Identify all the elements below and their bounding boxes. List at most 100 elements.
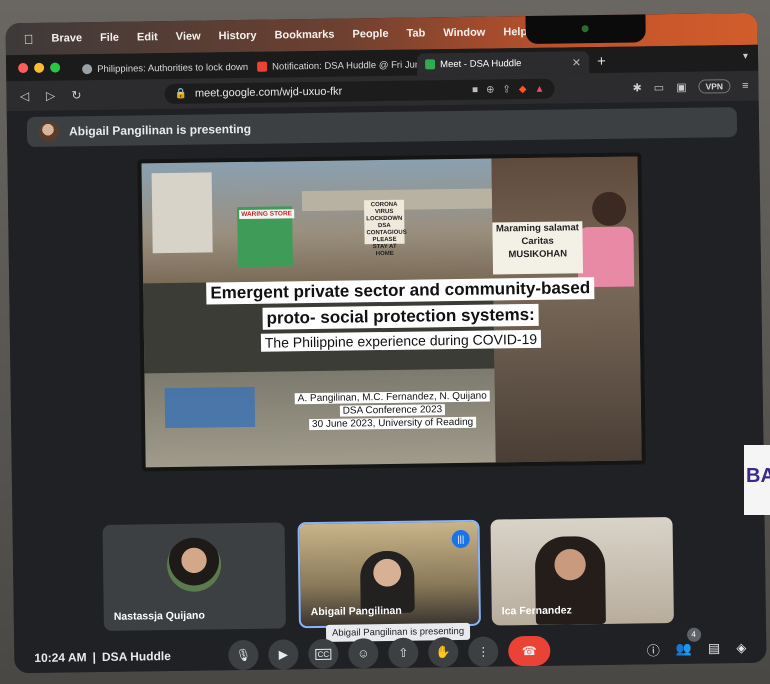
zoom-window-button[interactable] — [50, 62, 61, 73]
camera-indicator — [581, 25, 589, 33]
slide-date-place: 30 June 2023, University of Reading — [308, 416, 477, 431]
lockdown-sign: CORONA VIRUS LOCKDOWN DSA CONTAGIOUS PLE… — [364, 199, 407, 257]
background-poster: BA — [744, 445, 770, 515]
extensions-icon[interactable]: ✱ — [632, 81, 641, 94]
hand-icon: ✋ — [435, 645, 451, 660]
captions-button[interactable]: CC — [308, 638, 339, 670]
brave-rewards-icon[interactable]: ▲ — [534, 83, 544, 94]
chat-icon[interactable]: ▤ — [708, 640, 721, 656]
meeting-separator: | — [92, 650, 97, 665]
reload-icon[interactable]: ↻ — [68, 88, 84, 102]
presenting-text: Abigail Pangilinan is presenting — [68, 121, 252, 139]
participant-tile-active[interactable]: ||| Abigail Pangilinan — [297, 519, 481, 629]
menu-icon[interactable]: ≡ — [742, 80, 749, 92]
microphone-icon: 🎙 — [235, 647, 252, 663]
window-controls — [18, 62, 61, 74]
menu-history[interactable]: History — [219, 30, 257, 43]
menu-help[interactable]: Help — [503, 26, 527, 38]
menu-tab[interactable]: Tab — [406, 27, 425, 39]
emoji-icon: ☺ — [357, 646, 370, 661]
slide-title-line1: Emergent private sector and community-ba… — [206, 277, 595, 305]
back-icon[interactable]: ◁ — [16, 89, 32, 103]
tab-philippines[interactable]: Philippines: Authorities to lock down — [74, 56, 249, 80]
wallet-icon[interactable]: ▣ — [676, 80, 687, 93]
tab-label: Notification: DSA Huddle @ Fri Jun — [272, 58, 418, 73]
call-controls: 🎙 ▶ CC ☺ ⇧ ✋ ⋮ ☎ — [228, 635, 551, 671]
url-text: meet.google.com/wjd-uxuo-fkr — [194, 85, 343, 100]
building-photo — [151, 172, 213, 254]
zoom-icon[interactable]: ⊕ — [486, 84, 495, 95]
forward-icon[interactable]: ▷ — [42, 89, 58, 103]
participant-name: Ica Fernandez — [501, 604, 572, 618]
people-icon[interactable]: 👥 — [676, 641, 692, 657]
camera-notch — [525, 14, 646, 45]
camera-icon[interactable]: ■ — [472, 84, 478, 95]
gmail-icon — [257, 61, 268, 72]
avatar — [38, 121, 60, 142]
apple-icon[interactable]:  — [24, 31, 34, 46]
tab-label: Meet - DSA Huddle — [440, 57, 522, 70]
menu-edit[interactable]: Edit — [137, 31, 158, 43]
meet-area: Abigail Pangilinan is presenting WARING … — [6, 100, 767, 674]
info-icon[interactable]: ⓘ — [647, 640, 660, 659]
menu-window[interactable]: Window — [443, 27, 485, 40]
meeting-info: 10:24 AM | DSA Huddle — [34, 648, 214, 665]
lock-icon: 🔒 — [174, 88, 188, 100]
slide-authors: A. Pangilinan, M.C. Fernandez, N. Quijan… — [294, 390, 490, 405]
presentation-frame: WARING STORE CORONA VIRUS LOCKDOWN DSA C… — [137, 152, 646, 472]
participant-name: Nastassja Quijano — [113, 609, 205, 623]
meet-icon — [425, 59, 436, 70]
captions-icon: CC — [315, 648, 332, 660]
sidebar-icon[interactable]: ▭ — [654, 81, 665, 94]
slide-authors-block: A. Pangilinan, M.C. Fernandez, N. Quijan… — [294, 390, 490, 431]
presenting-banner: Abigail Pangilinan is presenting — [26, 107, 738, 147]
tab-label: Philippines: Authorities to lock down — [97, 61, 249, 75]
slide-conference: DSA Conference 2023 — [339, 404, 446, 417]
hang-up-icon: ☎ — [521, 643, 537, 659]
participant-tile[interactable]: Nastassja Quijano — [102, 522, 286, 631]
participant-tile[interactable]: Ica Fernandez — [490, 517, 674, 626]
meeting-name: DSA Huddle — [101, 649, 171, 664]
reactions-button[interactable]: ☺ — [348, 638, 379, 669]
menu-view[interactable]: View — [176, 31, 201, 43]
menu-file[interactable]: File — [100, 32, 119, 44]
store-sign: WARING STORE — [239, 209, 295, 220]
participant-name: Abigail Pangilinan — [310, 604, 402, 619]
present-button[interactable]: ⇧ — [388, 637, 419, 668]
share-icon[interactable]: ⇪ — [502, 84, 511, 95]
menu-people[interactable]: People — [352, 28, 388, 41]
new-tab-button[interactable]: + — [597, 53, 606, 70]
more-options-button[interactable]: ⋮ — [468, 636, 499, 667]
menu-brave[interactable]: Brave — [51, 32, 82, 44]
thank-you-sign: Maraming salamat Caritas MUSIKOHAN — [492, 221, 584, 275]
close-window-button[interactable] — [18, 62, 29, 74]
laptop-screen:  Brave File Edit View History Bookmarks… — [5, 12, 767, 674]
people-count-badge: 4 — [686, 627, 701, 642]
poster-text: BA — [746, 465, 770, 487]
menu-bookmarks[interactable]: Bookmarks — [274, 29, 334, 42]
present-screen-icon: ⇧ — [398, 645, 409, 660]
globe-icon — [82, 64, 93, 75]
address-bar[interactable]: 🔒 meet.google.com/wjd-uxuo-fkr ■ ⊕ ⇪ ◆ ▲ — [164, 78, 555, 105]
meeting-time: 10:24 AM — [34, 650, 87, 665]
more-vertical-icon: ⋮ — [477, 644, 490, 659]
presentation-slide: WARING STORE CORONA VIRUS LOCKDOWN DSA C… — [141, 156, 642, 468]
participant-video — [359, 550, 415, 614]
vpn-button[interactable]: VPN — [698, 79, 731, 94]
avatar — [166, 537, 222, 593]
close-tab-icon[interactable]: ✕ — [572, 56, 581, 69]
side-controls: ⓘ 👥 4 ▤ ◈ — [647, 627, 747, 659]
leave-call-button[interactable]: ☎ — [508, 635, 551, 667]
raise-hand-button[interactable]: ✋ — [428, 637, 459, 668]
tab-meet[interactable]: Meet - DSA Huddle ✕ — [416, 51, 590, 76]
slide-title-block: Emergent private sector and community-ba… — [165, 277, 636, 354]
camera-button[interactable]: ▶ — [268, 639, 299, 670]
tab-notification[interactable]: Notification: DSA Huddle @ Fri Jun — [249, 54, 417, 78]
chevron-down-icon[interactable]: ▾ — [743, 51, 748, 62]
minimize-window-button[interactable] — [34, 62, 45, 73]
brave-shield-icon[interactable]: ◆ — [519, 84, 527, 95]
slide-title-line2: proto- social protection systems: — [262, 303, 539, 330]
speaking-indicator-icon: ||| — [451, 529, 470, 549]
microphone-button[interactable]: 🎙 — [228, 639, 259, 671]
activities-icon[interactable]: ◈ — [736, 640, 746, 656]
